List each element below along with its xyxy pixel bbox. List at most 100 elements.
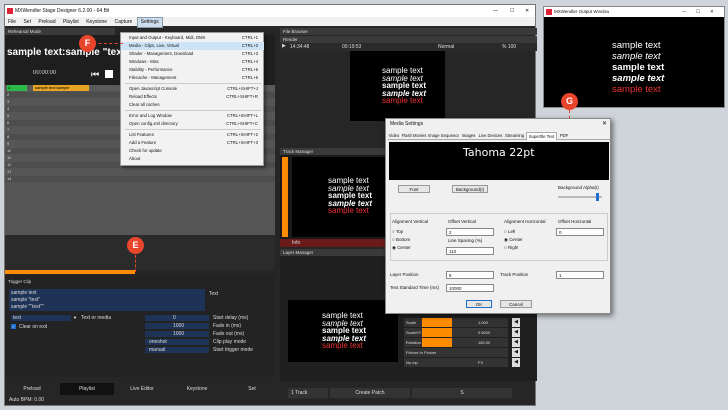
track-position-field[interactable]: 1 xyxy=(556,271,604,279)
settings-menu-item[interactable]: Input and Output - Keyboard, Midi, DMX CT… xyxy=(121,34,264,42)
layer-prop-row[interactable]: Scale 1.000 xyxy=(404,318,508,327)
output-close-button[interactable]: ✕ xyxy=(710,7,714,17)
menu-item-shortcut: CTRL+3 xyxy=(241,51,258,56)
grid-row[interactable]: 14 xyxy=(5,176,275,182)
menu-keystone[interactable]: Keystone xyxy=(83,18,110,27)
radio-top[interactable]: ○ Top xyxy=(392,229,403,234)
bg-alpha-slider[interactable] xyxy=(558,193,602,201)
settings-menu-item[interactable]: About xyxy=(121,155,264,163)
settings-menu-item[interactable]: Windows - Misc CTRL+4 xyxy=(121,58,264,66)
fade-out-field[interactable]: 1000 xyxy=(145,331,209,337)
layer-prop-row[interactable]: Rotation 180.00 xyxy=(404,338,508,347)
settings-menu-item[interactable]: Open Javascript Console CTRL+SHIFT+J xyxy=(121,85,264,93)
radio-center-h-label: Center xyxy=(509,237,523,242)
settings-dropdown: Input and Output - Keyboard, Midi, DMX CT… xyxy=(120,32,264,166)
row-number: 8 xyxy=(7,134,10,139)
dialog-tab[interactable]: Images xyxy=(460,132,477,140)
trigger-select[interactable]: manual xyxy=(145,347,209,353)
arrow-left-icon[interactable]: ◀ xyxy=(512,348,520,357)
dialog-tab[interactable]: Superttle Text xyxy=(526,132,557,140)
settings-menu-item[interactable]: Media - Clips, Live, Virtual CTRL+2 xyxy=(121,42,264,50)
menu-item-label: About xyxy=(129,156,141,161)
dialog-tab[interactable]: Streaming xyxy=(504,132,525,140)
radio-right[interactable]: ○ Right xyxy=(504,245,518,250)
dialog-tab[interactable]: Flash Movies xyxy=(401,132,427,140)
close-button[interactable]: ✕ xyxy=(525,5,529,17)
settings-menu-item[interactable]: Add a Feature CTRL+SHIFT+3 xyxy=(121,139,264,147)
offset-v-field[interactable]: 2 xyxy=(446,228,494,236)
one-track-button[interactable]: 1 Track xyxy=(288,388,328,398)
menu-settings[interactable]: Settings xyxy=(136,17,163,28)
row-number: 5 xyxy=(7,113,10,118)
settings-menu-item[interactable]: Shader - Management, Download CTRL+3 xyxy=(121,50,264,58)
minimize-button[interactable]: — xyxy=(493,5,498,17)
chevron-down-icon[interactable]: ▼ xyxy=(73,315,78,320)
tab-preload[interactable]: Preload xyxy=(5,383,59,395)
tab-live-editor[interactable]: Live Editor xyxy=(115,383,169,395)
render-toolbar: ▶ 14:34:48 00:19:53 Normal % 100 xyxy=(280,43,537,51)
skip-back-button[interactable]: ⏮ xyxy=(91,69,101,79)
settings-menu-item[interactable]: Filecache - Management CTRL+6 xyxy=(121,74,264,82)
radio-center-h[interactable]: ◉ Center xyxy=(504,237,523,243)
output-minimize-button[interactable]: — xyxy=(682,7,687,17)
create-patch-button[interactable]: Create Patch xyxy=(330,388,410,398)
mode-select[interactable]: text xyxy=(11,315,71,321)
arrow-left-icon[interactable]: ◀ xyxy=(512,358,520,367)
radio-bottom[interactable]: ○ Bottom xyxy=(392,237,410,242)
line-spacing-field[interactable]: 110 xyxy=(446,247,494,255)
grid-row[interactable]: 13 xyxy=(5,169,275,175)
tab-set[interactable]: Set xyxy=(225,383,279,395)
menu-playlist[interactable]: Playlist xyxy=(60,18,82,27)
layer-position-field[interactable]: 8 xyxy=(446,271,494,279)
s-button[interactable]: S xyxy=(412,388,512,398)
dialog-tab[interactable]: Image Sequence xyxy=(428,132,459,140)
dialog-close-button[interactable]: ✕ xyxy=(602,120,607,127)
tab-playlist[interactable]: Playlist xyxy=(60,383,114,395)
radio-center-v-label: Center xyxy=(397,245,411,250)
ok-button[interactable]: OK xyxy=(466,300,492,308)
standard-time-field[interactable]: 10000 xyxy=(446,284,494,292)
dialog-tab[interactable]: PDF xyxy=(558,132,570,140)
menu-preload[interactable]: Preload xyxy=(35,18,58,27)
row-number: 3 xyxy=(7,99,10,104)
text-input-area[interactable]: sample text sample "text" sample ""text"… xyxy=(9,289,205,311)
radio-center-v[interactable]: ◉ Center xyxy=(392,245,411,251)
font-preview: Tahoma 22pt xyxy=(389,142,609,180)
menu-file[interactable]: File xyxy=(5,18,19,27)
arrow-left-icon[interactable]: ◀ xyxy=(512,318,520,327)
slider-thumb[interactable] xyxy=(596,193,599,201)
play-icon[interactable]: ▶ xyxy=(282,43,286,49)
align-h-label: Alignment Horizontal xyxy=(504,219,546,224)
settings-menu-item[interactable]: Stability - Performance CTRL+5 xyxy=(121,66,264,74)
offset-h-field[interactable]: 0 xyxy=(556,228,604,236)
fade-in-field[interactable]: 1000 xyxy=(145,323,209,329)
background-button[interactable]: Background(I) xyxy=(452,185,488,193)
radio-left[interactable]: ○ Left xyxy=(504,229,515,234)
start-delay-field[interactable]: 0 xyxy=(145,315,209,321)
settings-menu-item[interactable]: Reload Effects CTRL+SHIFT+R xyxy=(121,93,264,101)
settings-menu-item[interactable]: List Features CTRL+SHIFT+2 xyxy=(121,131,264,139)
layer-prop-row[interactable]: Picture In Picture xyxy=(404,348,508,357)
font-button[interactable]: Font xyxy=(398,185,430,193)
clear-checkbox[interactable]: ✓ xyxy=(11,324,16,329)
settings-menu-item[interactable]: Open config.xml directory CTRL+SHIFT+C xyxy=(121,120,264,128)
settings-menu-item[interactable]: Error and Log Window CTRL+SHIFT+L xyxy=(121,112,264,120)
settings-menu-item[interactable]: Clear all caches xyxy=(121,101,264,109)
layer-prop-row[interactable]: No mp FX xyxy=(404,358,508,367)
tab-keystone[interactable]: Keystone xyxy=(170,383,224,395)
menu-capture[interactable]: Capture xyxy=(111,18,135,27)
output-maximize-button[interactable]: ☐ xyxy=(696,7,700,17)
stop-button[interactable] xyxy=(105,70,113,78)
layer-prop-row[interactable]: ScaleXY 0.5000 xyxy=(404,328,508,337)
maximize-button[interactable]: ☐ xyxy=(510,5,514,17)
menu-item-shortcut: CTRL+5 xyxy=(241,67,258,72)
clip-play-select[interactable]: oneshot xyxy=(145,339,209,345)
dialog-tab[interactable]: Live Devices xyxy=(478,132,503,140)
grid-clip[interactable]: sample text:sample xyxy=(33,85,89,91)
dialog-tab[interactable]: Video xyxy=(388,132,400,140)
arrow-left-icon[interactable]: ◀ xyxy=(512,338,520,347)
settings-menu-item[interactable]: Check for update xyxy=(121,147,264,155)
menu-set[interactable]: Set xyxy=(20,18,34,27)
arrow-left-icon[interactable]: ◀ xyxy=(512,328,520,337)
cancel-button[interactable]: Cancel xyxy=(500,300,532,308)
